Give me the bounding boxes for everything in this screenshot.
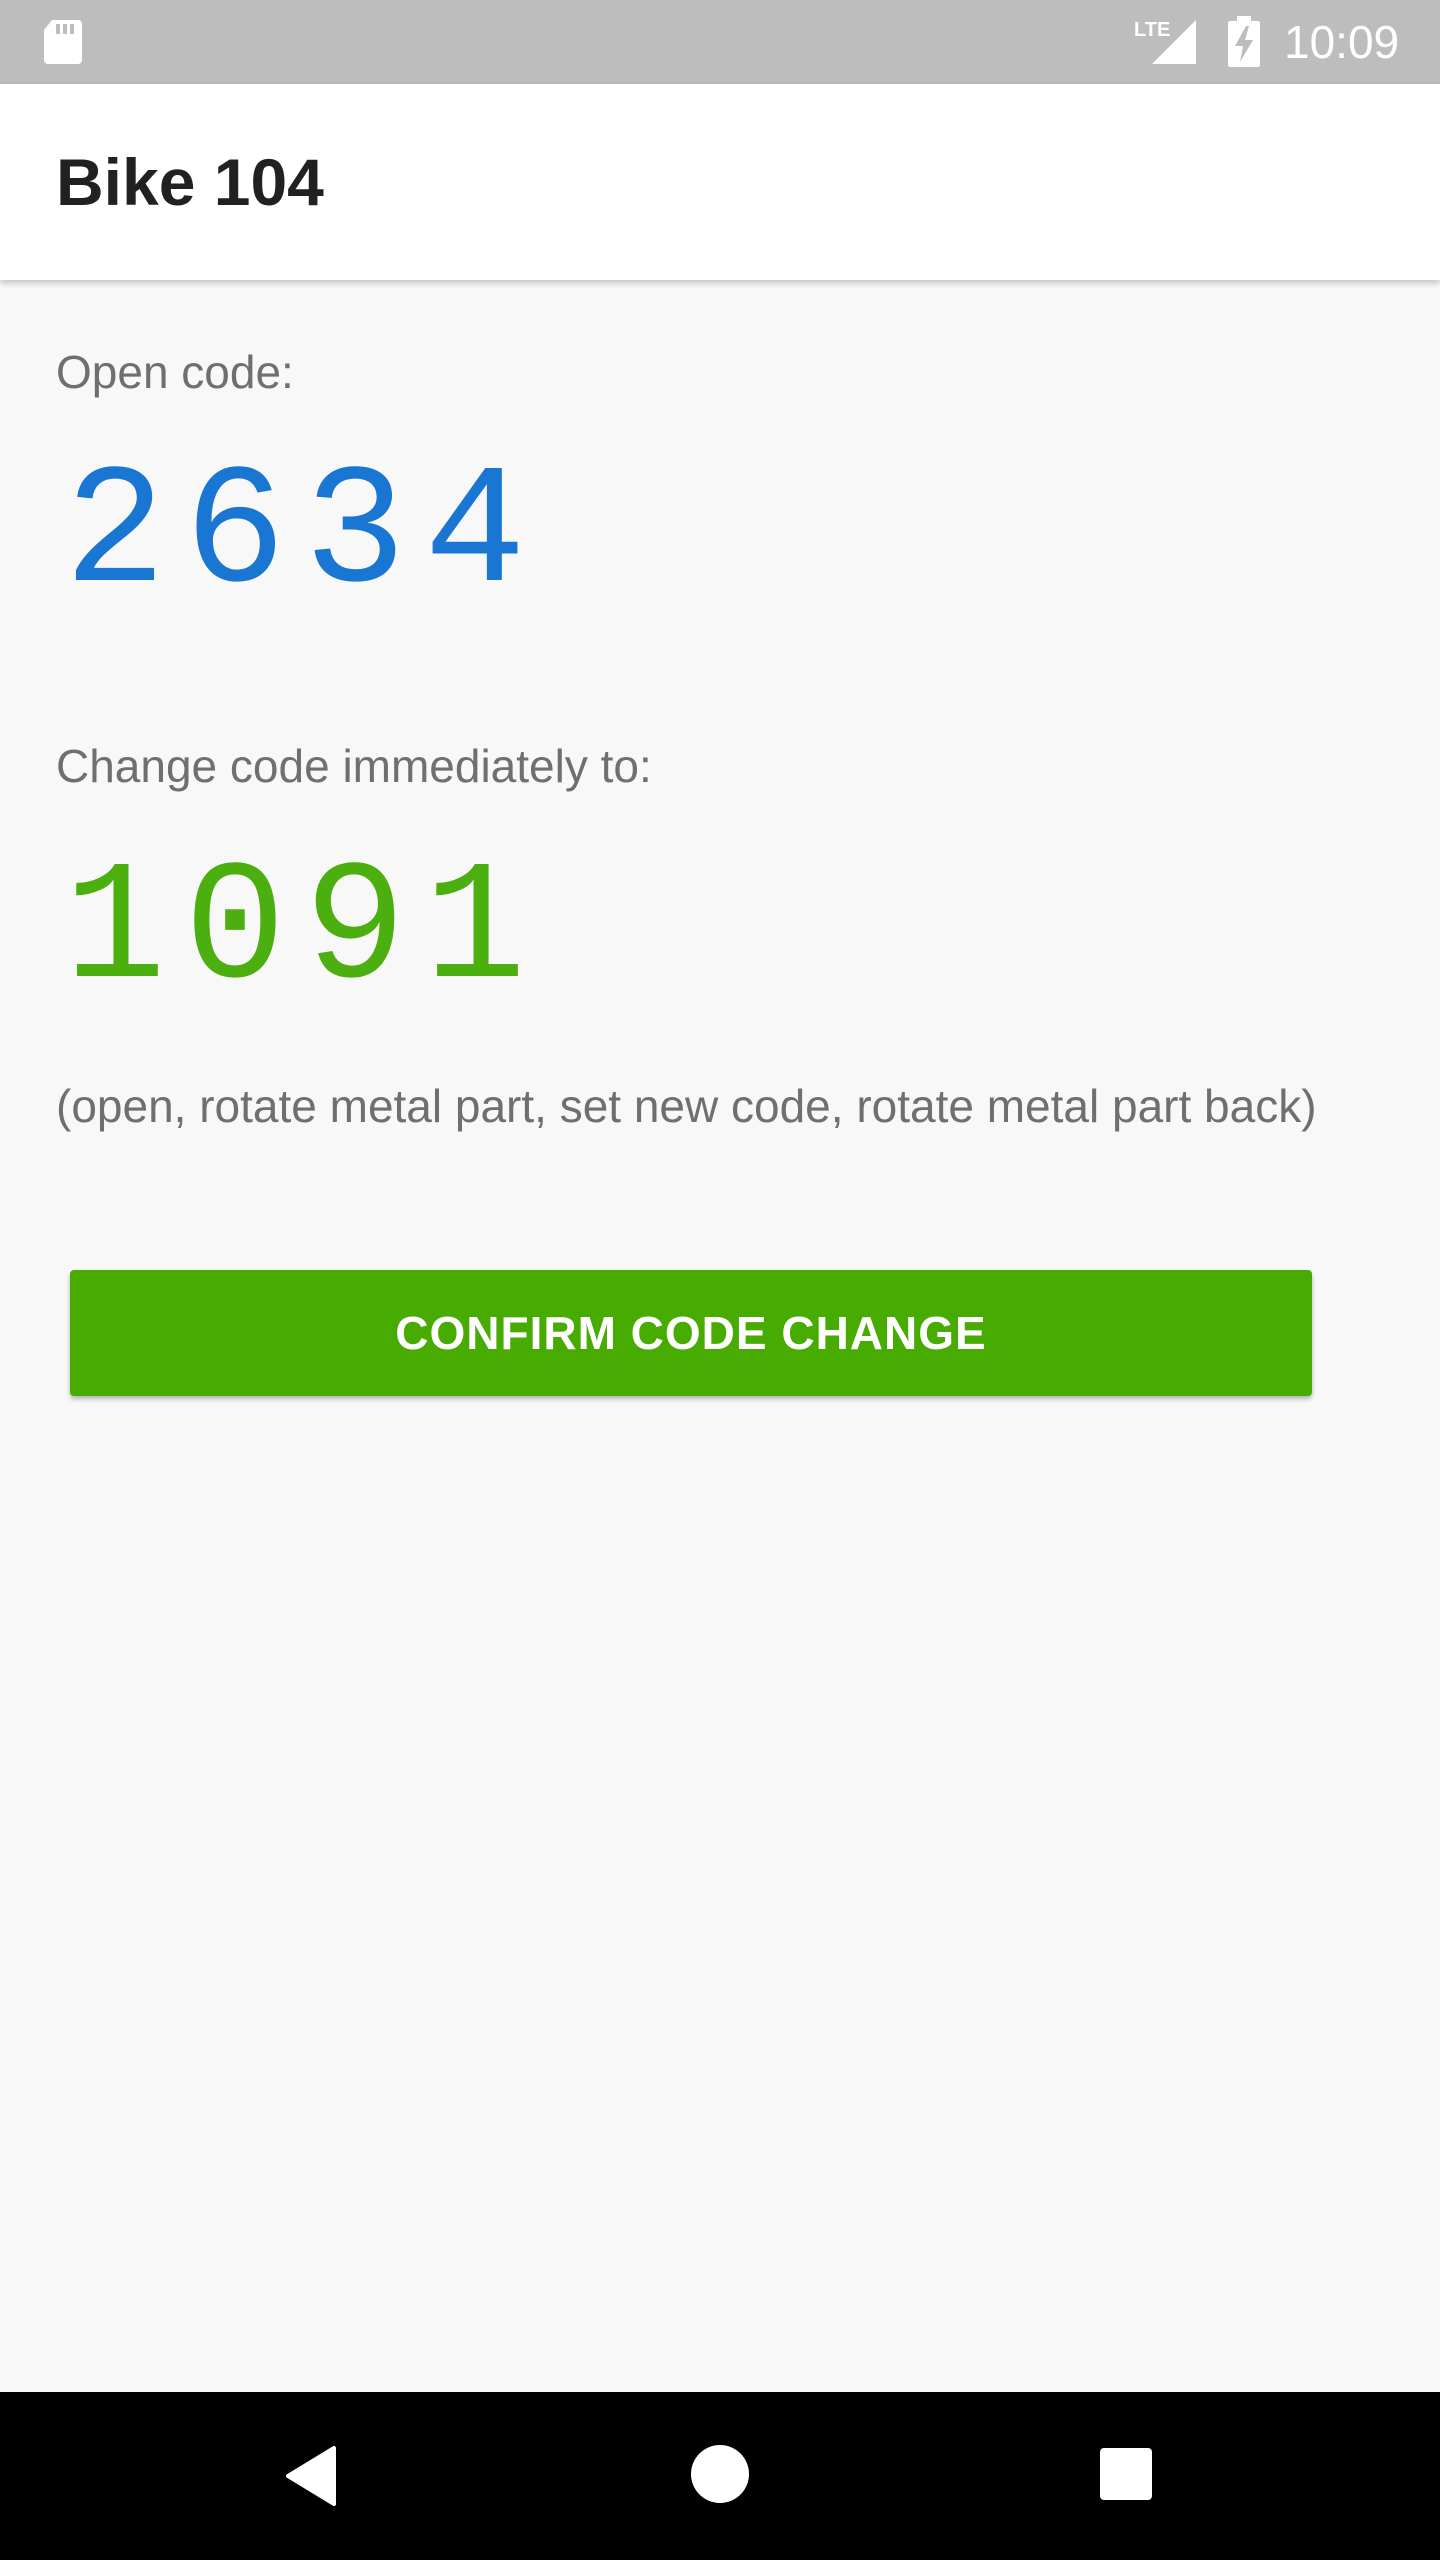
status-bar: LTE 10:09 <box>0 0 1440 84</box>
home-icon[interactable] <box>688 2442 752 2506</box>
navigation-bar <box>0 2392 1440 2560</box>
sd-card-icon <box>44 20 82 64</box>
code-change-instructions: (open, rotate metal part, set new code, … <box>56 1080 1317 1132</box>
confirm-code-change-button[interactable]: CONFIRM CODE CHANGE <box>70 1270 1312 1396</box>
new-code-value: 1091 <box>64 835 545 1028</box>
open-code-value: 2634 <box>64 439 545 632</box>
lte-signal-icon: LTE <box>1134 19 1196 64</box>
back-icon[interactable] <box>282 2444 346 2508</box>
change-code-label: Change code immediately to: <box>56 740 652 792</box>
open-code-label: Open code: <box>56 346 294 398</box>
lte-label: LTE <box>1134 19 1170 41</box>
status-clock: 10:09 <box>1284 16 1400 68</box>
page-title: Bike 104 <box>56 145 324 219</box>
app-bar: Bike 104 <box>0 84 1440 280</box>
recents-icon[interactable] <box>1098 2446 1154 2502</box>
battery-charging-icon <box>1228 16 1260 67</box>
